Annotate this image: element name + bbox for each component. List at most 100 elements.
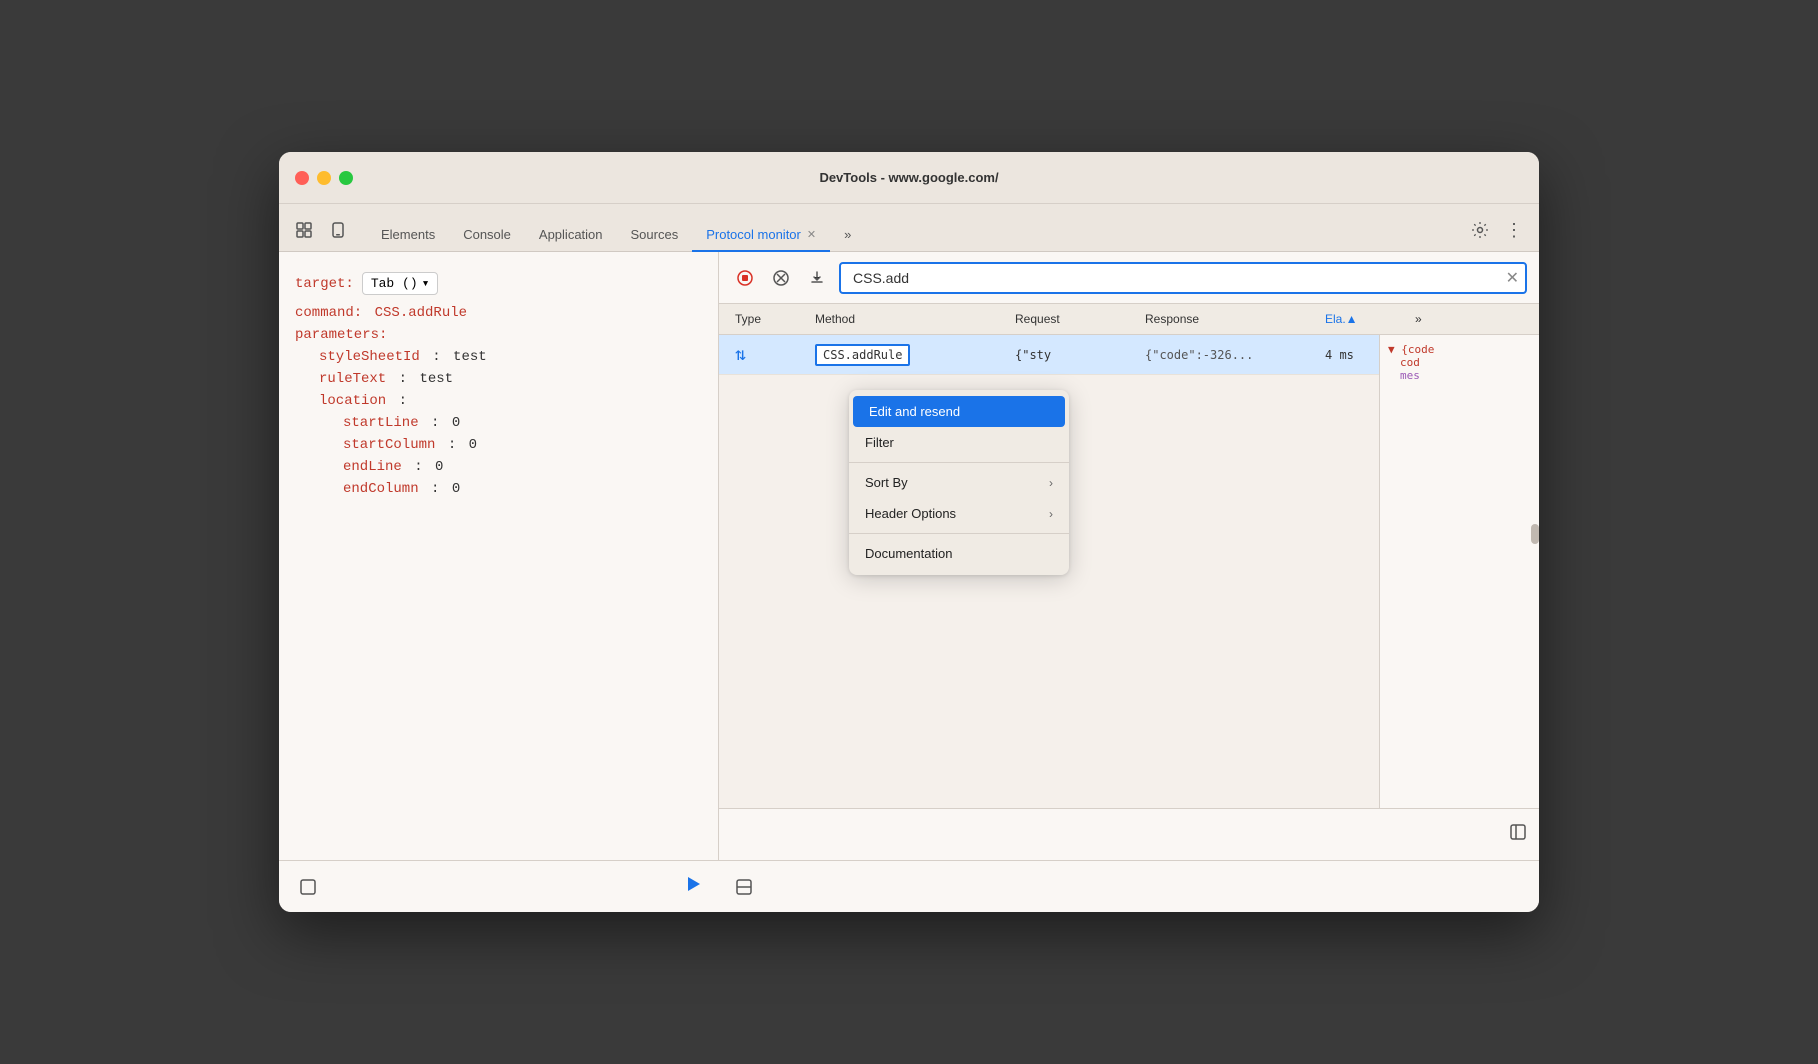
header-more[interactable]: » xyxy=(1407,304,1447,334)
cell-request: {"sty xyxy=(1007,344,1137,366)
tab-sources[interactable]: Sources xyxy=(617,219,693,252)
search-wrap: ✕ xyxy=(839,262,1527,294)
clear-button[interactable] xyxy=(767,266,795,290)
context-menu-filter[interactable]: Filter xyxy=(849,427,1069,458)
location-row: location : xyxy=(295,393,702,409)
settings-icon[interactable] xyxy=(1467,217,1493,243)
context-menu-documentation[interactable]: Documentation xyxy=(849,538,1069,569)
device-icon[interactable] xyxy=(325,217,351,243)
endLine-label: endLine xyxy=(343,459,402,475)
endColumn-row: endColumn : 0 xyxy=(295,481,702,497)
context-menu-header-options[interactable]: Header Options › xyxy=(849,498,1069,529)
sort-by-arrow-icon: › xyxy=(1049,476,1053,490)
sidebar-bottom xyxy=(279,860,719,912)
tabbar-icons xyxy=(291,217,351,251)
context-menu-sort-by[interactable]: Sort By › xyxy=(849,467,1069,498)
dropdown-chevron-icon: ▾ xyxy=(422,276,430,291)
ruleText-label: ruleText xyxy=(319,371,386,387)
tabbar-actions: ⋮ xyxy=(1467,217,1527,251)
parameters-row: parameters: xyxy=(295,327,702,343)
header-request[interactable]: Request xyxy=(1007,304,1137,334)
tab-console[interactable]: Console xyxy=(449,219,525,252)
code-line-2: cod xyxy=(1388,356,1531,369)
collapse-panel-button[interactable] xyxy=(1509,823,1527,846)
styleSheetId-value: test xyxy=(453,349,487,365)
panel-right-bottom xyxy=(719,808,1539,860)
table-header: Type Method Request Response Ela.▲ » xyxy=(719,304,1539,335)
command-label: command: xyxy=(295,305,362,321)
protocol-toolbar: ✕ xyxy=(719,252,1539,304)
ruleText-row: ruleText : test xyxy=(295,371,702,387)
startLine-sep: : xyxy=(423,415,448,431)
endColumn-label: endColumn xyxy=(343,481,419,497)
endLine-row: endLine : 0 xyxy=(295,459,702,475)
code-line-3: mes xyxy=(1388,369,1531,382)
tab-more[interactable]: » xyxy=(830,219,865,252)
styleSheetId-label: styleSheetId xyxy=(319,349,420,365)
header-elapsed[interactable]: Ela.▲ xyxy=(1317,304,1407,334)
startLine-value: 0 xyxy=(452,415,460,431)
startColumn-label: startColumn xyxy=(343,437,435,453)
send-request-button[interactable] xyxy=(683,874,703,900)
command-value: CSS.addRule xyxy=(375,305,467,321)
target-dropdown[interactable]: Tab () ▾ xyxy=(362,272,439,295)
close-tab-icon[interactable]: ✕ xyxy=(807,228,816,241)
context-menu-divider-2 xyxy=(849,533,1069,534)
tab-application[interactable]: Application xyxy=(525,219,617,252)
minimize-button[interactable] xyxy=(317,171,331,185)
stop-recording-button[interactable] xyxy=(731,266,759,290)
context-menu-edit-resend[interactable]: Edit and resend xyxy=(853,396,1065,427)
right-panel: ✕ Type Method Request Response Ela.▲ xyxy=(719,252,1539,860)
table-body: ⇅ CSS.addRule {"sty {"code":-326... 4 ms… xyxy=(719,335,1539,808)
inspector-icon[interactable] xyxy=(291,217,317,243)
scrollbar-indicator[interactable] xyxy=(1531,524,1539,544)
tab-elements[interactable]: Elements xyxy=(367,219,449,252)
panel-toggle-button[interactable] xyxy=(731,874,757,900)
window-title: DevTools - www.google.com/ xyxy=(819,170,998,185)
sidebar-bottom-right xyxy=(683,874,703,900)
command-row: command: CSS.addRule xyxy=(295,305,702,321)
cell-response: {"code":-326... xyxy=(1137,344,1317,366)
location-label: location xyxy=(319,393,386,409)
target-label: target: xyxy=(295,276,354,292)
tabbar: Elements Console Application Sources Pro… xyxy=(279,204,1539,252)
startColumn-value: 0 xyxy=(469,437,477,453)
download-button[interactable] xyxy=(803,266,831,290)
maximize-button[interactable] xyxy=(339,171,353,185)
arrow-updown-icon: ⇅ xyxy=(735,344,746,365)
startColumn-row: startColumn : 0 xyxy=(295,437,702,453)
main-content: target: Tab () ▾ command: CSS.addRule pa… xyxy=(279,252,1539,860)
target-row: target: Tab () ▾ xyxy=(295,272,702,295)
tab-protocol-monitor[interactable]: Protocol monitor ✕ xyxy=(692,219,830,252)
location-sep: : xyxy=(390,393,407,409)
ruleText-sep: : xyxy=(390,371,415,387)
command-separator xyxy=(366,305,374,321)
sidebar-bottom-left xyxy=(295,874,321,900)
context-menu-divider-1 xyxy=(849,462,1069,463)
startColumn-sep: : xyxy=(439,437,464,453)
startLine-row: startLine : 0 xyxy=(295,415,702,431)
header-options-arrow-icon: › xyxy=(1049,507,1053,521)
right-panel-bottom-extra xyxy=(719,860,1539,912)
cell-type: ⇅ xyxy=(727,340,807,369)
endColumn-value: 0 xyxy=(452,481,460,497)
close-button[interactable] xyxy=(295,171,309,185)
startLine-label: startLine xyxy=(343,415,419,431)
code-line-1: ▼ {code xyxy=(1388,343,1531,356)
endLine-value: 0 xyxy=(435,459,443,475)
endLine-sep: : xyxy=(406,459,431,475)
sidebar-panel: target: Tab () ▾ command: CSS.addRule pa… xyxy=(279,252,719,860)
traffic-lights xyxy=(295,171,353,185)
more-options-icon[interactable]: ⋮ xyxy=(1501,217,1527,243)
method-value: CSS.addRule xyxy=(815,344,910,366)
header-method[interactable]: Method xyxy=(807,304,1007,334)
header-response[interactable]: Response xyxy=(1137,304,1317,334)
new-pane-button[interactable] xyxy=(295,874,321,900)
search-clear-button[interactable]: ✕ xyxy=(1506,268,1519,288)
header-type: Type xyxy=(727,304,807,334)
endColumn-sep: : xyxy=(423,481,448,497)
titlebar: DevTools - www.google.com/ xyxy=(279,152,1539,204)
context-menu: Edit and resend Filter Sort By › Header … xyxy=(849,390,1069,575)
parameters-label: parameters: xyxy=(295,327,387,343)
search-input[interactable] xyxy=(839,262,1527,294)
